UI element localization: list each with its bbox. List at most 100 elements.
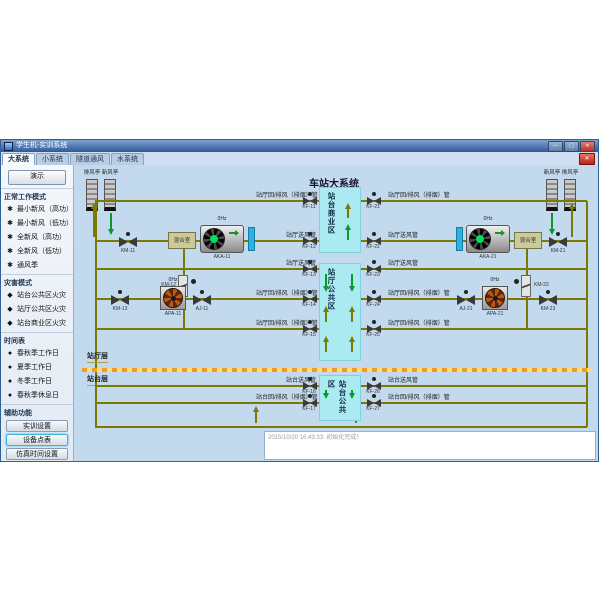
sidebar-item-min-fresh-high[interactable]: ✱最小新风（高功） [1,202,73,216]
ahu-fan[interactable] [466,225,510,253]
flow-down-arrow [351,390,353,397]
damper[interactable] [548,232,568,248]
sidebar-item-label: 站台公共区火灾 [17,290,66,300]
sidebar-item-all-fresh-high[interactable]: ✱全新风（高功） [1,230,73,244]
duct-label: 站厅回/排风（排烟）管 [388,321,450,327]
app-exit-button[interactable]: ✕ [579,153,595,165]
exhaust-pavilion-label: 排风亭 [82,170,102,176]
sim-time-settings-button[interactable]: 仿真时间设置 [6,448,68,460]
damper-motor-icon [372,192,376,196]
damper-motor-icon [118,290,122,294]
duct-label: 站厅回/排风（排烟）管 [388,193,450,199]
fresh-pavilion-label: 新风亭 [542,170,562,176]
mixing-chamber: 混合室 [168,232,196,249]
training-settings-button[interactable]: 实训设置 [6,420,68,432]
sidebar-item-label: 最小新风（高功） [17,204,73,214]
sidebar-item-springfall-workday[interactable]: ●春秋季工作日 [1,346,73,360]
damper[interactable] [521,275,531,297]
duct-line [95,402,319,404]
damper-motor-icon [308,232,312,236]
title-bar[interactable]: 学生机-实训系统 — ▢ ✕ [1,140,598,152]
section-header-schedule: 时间表 [1,332,73,346]
duct-label: 站厅送风管 [388,261,418,267]
damper-tag: KM-11 [114,249,142,254]
sidebar-item-label: 最小新风（低功） [17,218,73,228]
flow-up-arrow [347,226,349,240]
fresh-down-arrow [551,213,553,233]
return-exhaust-fan[interactable] [482,286,508,310]
demo-button[interactable]: 演示 [8,170,66,185]
sidebar-item-label: 通风季 [17,260,38,270]
sidebar-item-platform-fire[interactable]: ◆站台公共区火灾 [1,288,73,302]
minimize-button[interactable]: — [548,141,563,152]
fan-icon: ✱ [6,247,14,255]
sidebar-item-summer-workday[interactable]: ●夏季工作日 [1,360,73,374]
duct-label: 站厅回/排风（排烟）管 [388,291,450,297]
sidebar-item-hall-fire[interactable]: ◆站厅公共区火灾 [1,302,73,316]
tab-big-system[interactable]: 大系统 [2,153,35,165]
flow-down-arrow [325,274,327,290]
fresh-down-arrow [110,213,112,233]
fresh-shaft [546,179,558,211]
sidebar-item-all-fresh-low[interactable]: ✱全新风（低功） [1,244,73,258]
duct-label: 站台回/排风（排烟）管 [388,395,450,401]
section-header-normal-modes: 正常工作模式 [1,188,73,202]
section-header-disaster-modes: 灾害模式 [1,274,73,288]
sidebar-item-winter-workday[interactable]: ●冬季工作日 [1,374,73,388]
window-title: 学生机-实训系统 [16,140,67,152]
damper-motor-icon [126,232,130,236]
flow-up-arrow [325,308,327,322]
damper[interactable] [192,290,212,306]
fan-impeller-icon [163,288,183,308]
tab-water-system[interactable]: 水系统 [111,153,144,165]
clock-icon: ● [6,350,14,357]
return-exhaust-fan[interactable] [160,286,186,310]
duct-label: 站台送风管 [388,378,418,384]
zone-label: 站台商业区 [326,192,337,248]
sidebar-item-label: 站台商业区火灾 [17,318,66,328]
damper[interactable] [456,290,476,306]
sidebar: 演示 正常工作模式 ✱最小新风（高功） ✱最小新风（低功） ✱全新风（高功） ✱… [1,165,74,461]
sidebar-item-label: 春秋季工作日 [17,348,59,358]
damper-tag: KM-13 [106,307,134,312]
damper[interactable] [538,290,558,306]
fire-icon: ◆ [6,319,14,327]
sidebar-item-label: 夏季工作日 [17,362,52,372]
fresh-pavilion-label: 新风亭 [100,170,120,176]
hall-level-label: 站厅层 [87,351,108,363]
maximize-button[interactable]: ▢ [564,141,579,152]
left-trunk-duct [95,201,97,427]
sidebar-item-partial[interactable]: ✱ [1,460,73,461]
exhaust-up-arrow [571,205,573,237]
window-controls: — ▢ ✕ [548,141,595,152]
zone-label: 站台公共区 [326,380,348,416]
damper[interactable] [110,290,130,306]
sidebar-item-vent-season[interactable]: ✱通风季 [1,258,73,272]
damper-tag: KM-22 [534,283,556,288]
sidebar-item-label: 全新风（高功） [17,232,66,242]
duct-line [95,200,319,202]
tab-strip: 大系统 小系统 隧道通风 水系统 ✕ [1,152,598,166]
damper-motor-icon [546,290,550,294]
right-trunk-duct [586,201,588,427]
duct-line [361,385,587,387]
ahu-fan[interactable] [200,225,244,253]
duct-connector [248,227,255,251]
sidebar-item-commercial-fire[interactable]: ◆站台商业区火灾 [1,316,73,330]
sidebar-item-min-fresh-low[interactable]: ✱最小新风（低功） [1,216,73,230]
sidebar-item-label: 站厅公共区火灾 [17,304,66,314]
sidebar-item-label: 全新风（低功） [17,246,66,256]
close-button[interactable]: ✕ [580,141,595,152]
damper-tag: KM-23 [534,307,562,312]
device-point-table-button[interactable]: 设备点表 [6,434,68,446]
scada-canvas: 车站大系统 排风亭 新风亭 新风亭 排风亭 [74,165,598,461]
screenshot-stage: 学生机-实训系统 — ▢ ✕ 大系统 小系统 隧道通风 水系统 ✕ 演示 正常工… [0,0,600,600]
damper[interactable] [118,232,138,248]
damper-motor-icon [308,320,312,324]
tab-tunnel-vent[interactable]: 隧道通风 [70,153,110,165]
zone-platform-public: 站台公共区 [319,375,361,421]
damper-tag: KF-22 [360,245,386,250]
tab-small-system[interactable]: 小系统 [36,153,69,165]
flow-right-arrow [229,232,238,234]
sidebar-item-springfall-holiday[interactable]: ●春秋季休息日 [1,388,73,402]
